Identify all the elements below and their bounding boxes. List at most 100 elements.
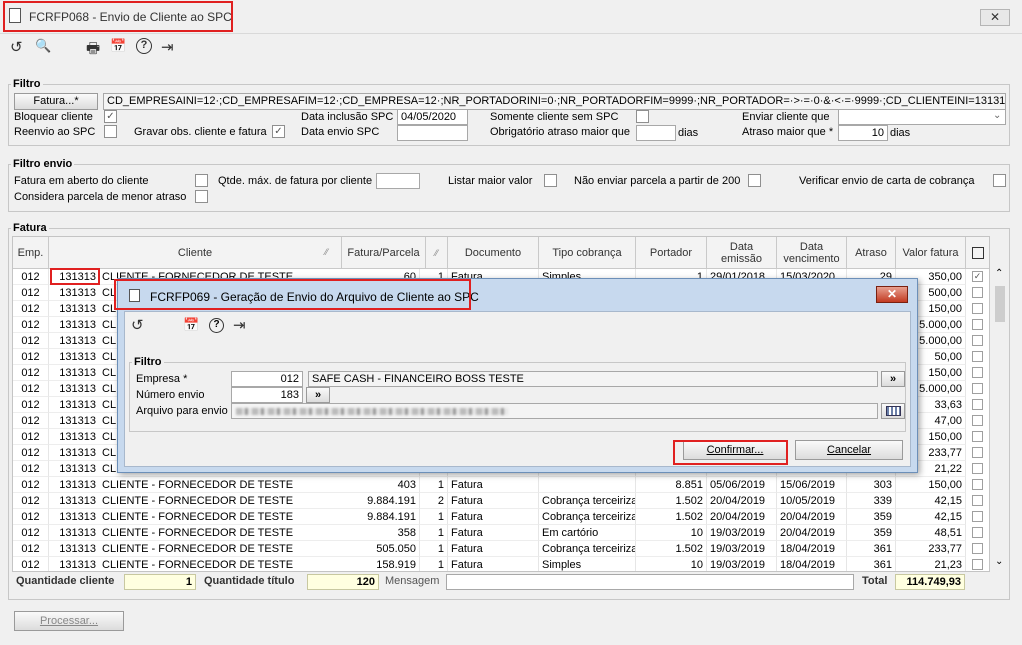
row-checkbox[interactable] [972, 383, 983, 394]
exit-icon[interactable]: ⇥ [161, 38, 174, 56]
col-cliente[interactable]: Cliente [49, 237, 342, 269]
row-checkbox[interactable] [972, 527, 983, 538]
cell-parcela: 1 [420, 509, 448, 525]
data-envio-input[interactable] [397, 125, 468, 141]
table-row[interactable]: 012 131313 CLIENTE - FORNECEDOR DE TESTE 35… [13, 525, 983, 541]
cell-cod: 131313 [49, 461, 99, 477]
calendar-icon[interactable]: 📅 [110, 38, 126, 54]
window-close-button[interactable]: ✕ [980, 9, 1010, 26]
col-data-emissao[interactable]: Data emissão [707, 237, 777, 269]
row-checkbox[interactable] [972, 399, 983, 410]
cell-atraso: 303 [847, 477, 896, 493]
col-tipo-cobranca[interactable]: Tipo cobrança [539, 237, 636, 269]
enviar-cliente-select[interactable] [838, 109, 1006, 125]
calendar-icon[interactable]: 📅 [183, 317, 199, 333]
row-checkbox[interactable] [972, 463, 983, 474]
fatura-filter-field[interactable]: CD_EMPRESAINI=12·;CD_EMPRESAFIM=12·;CD_E… [103, 93, 1006, 110]
gravar-obs-checkbox[interactable]: ✓ [272, 125, 285, 138]
undo-icon[interactable]: ↺ [131, 316, 144, 334]
col-emp[interactable]: Emp. [13, 237, 49, 269]
col-fatura-parcela[interactable]: Fatura/Parcela [342, 237, 426, 269]
row-checkbox[interactable] [972, 479, 983, 490]
listar-maior-checkbox[interactable] [544, 174, 557, 187]
table-row[interactable]: 012131313CLIENTE - FORNECEDOR DE TESTE50… [13, 541, 983, 557]
cell-emp: 012 [13, 509, 49, 525]
col-atraso[interactable]: Atraso [847, 237, 896, 269]
atraso-maior-input[interactable]: 10 [838, 125, 888, 141]
help-icon[interactable]: ? [209, 318, 224, 333]
obrigatorio-atraso-input[interactable] [636, 125, 676, 141]
undo-icon[interactable]: ↺ [10, 38, 23, 56]
col-portador[interactable]: Portador [636, 237, 707, 269]
row-checkbox[interactable]: ✓ [972, 271, 983, 282]
dialog-close-button[interactable]: ✕ [876, 286, 908, 303]
cell-emp: 012 [13, 477, 49, 493]
col-data-vencimento[interactable]: Data vencimento [777, 237, 847, 269]
filtro-envio-legend: Filtro envio [13, 158, 73, 170]
empresa-input[interactable]: 012 [231, 371, 303, 387]
fatura-aberto-label: Fatura em aberto do cliente [14, 175, 149, 187]
print-icon[interactable]: 🖶 [86, 38, 100, 63]
processar-button[interactable]: Processar... [14, 611, 124, 631]
chevron-down-icon[interactable]: ⌄ [993, 110, 1001, 121]
scroll-down-icon[interactable]: ⌄ [995, 556, 1003, 567]
arquivo-envio-field[interactable] [231, 403, 878, 419]
sort-icon[interactable]: ⁄⁄ [426, 237, 448, 269]
cell-emp: 012 [13, 349, 49, 365]
cell-emp: 012 [13, 381, 49, 397]
cell-parcela: 1 [420, 541, 448, 557]
row-checkbox[interactable] [972, 303, 983, 314]
cell-cod: 131313 [49, 557, 99, 571]
row-checkbox[interactable] [972, 543, 983, 554]
scroll-thumb[interactable] [995, 286, 1005, 322]
fatura-aberto-checkbox[interactable] [195, 174, 208, 187]
row-checkbox[interactable] [972, 415, 983, 426]
considera-checkbox[interactable] [195, 190, 208, 203]
row-checkbox[interactable] [972, 287, 983, 298]
select-all-header[interactable] [966, 237, 989, 269]
cell-parcela: 1 [420, 477, 448, 493]
table-row[interactable]: 012 131313 CLIENTE - FORNECEDOR DE TESTE 40… [13, 477, 983, 493]
col-valor-fatura[interactable]: Valor fatura [896, 237, 966, 269]
file-browse-button[interactable] [881, 403, 905, 419]
cancelar-button[interactable]: Cancelar [795, 440, 903, 460]
scroll-up-icon[interactable]: ⌃ [995, 268, 1003, 279]
nao-enviar-checkbox[interactable] [748, 174, 761, 187]
row-checkbox[interactable] [972, 511, 983, 522]
search-icon[interactable]: 🔍 [35, 38, 51, 54]
table-row[interactable]: 012 131313 CLIENTE - FORNECEDOR DE TESTE 9.… [13, 509, 983, 525]
row-checkbox[interactable] [972, 335, 983, 346]
numero-envio-input[interactable]: 183 [231, 387, 303, 403]
row-checkbox[interactable] [972, 319, 983, 330]
table-row[interactable]: 012 131313 CLIENTE - FORNECEDOR DE TESTE 9.… [13, 493, 983, 509]
row-checkbox[interactable] [972, 351, 983, 362]
cell-emissao: 19/03/2019 [707, 525, 777, 541]
cell-emissao: 20/04/2019 [707, 509, 777, 525]
cliente-code-highlight [50, 268, 100, 285]
somente-cliente-checkbox[interactable] [636, 110, 649, 123]
arquivo-envio-label: Arquivo para envio [136, 405, 228, 417]
data-inclusao-input[interactable]: 04/05/2020 [397, 109, 468, 125]
numero-envio-lookup-button[interactable]: » [306, 387, 330, 403]
fatura-button[interactable]: Fatura...* [14, 93, 98, 110]
exit-icon[interactable]: ⇥ [233, 316, 246, 334]
row-checkbox[interactable] [972, 495, 983, 506]
cell-tipo: Cobrança terceirizada [539, 493, 636, 509]
col-documento[interactable]: Documento [448, 237, 539, 269]
row-checkbox[interactable] [972, 431, 983, 442]
cell-cliente: CLIENTE - FORNECEDOR DE TESTE [99, 557, 342, 571]
row-checkbox[interactable] [972, 447, 983, 458]
bloquear-cliente-checkbox[interactable]: ✓ [104, 110, 117, 123]
grid-scrollbar[interactable]: ⌃ ⌄ [992, 268, 1008, 572]
row-checkbox[interactable] [972, 367, 983, 378]
verificar-checkbox[interactable] [993, 174, 1006, 187]
row-checkbox[interactable] [972, 559, 983, 570]
cell-emp: 012 [13, 525, 49, 541]
empresa-lookup-button[interactable]: » [881, 371, 905, 387]
cell-fatura: 9.884.191 [342, 509, 420, 525]
reenvio-spc-checkbox[interactable] [104, 125, 117, 138]
table-row[interactable]: 012131313CLIENTE - FORNECEDOR DE TESTE15… [13, 557, 983, 571]
help-icon[interactable]: ? [136, 38, 152, 54]
sort-icon[interactable]: ⁄⁄ [325, 247, 328, 257]
qtde-max-input[interactable] [376, 173, 420, 189]
